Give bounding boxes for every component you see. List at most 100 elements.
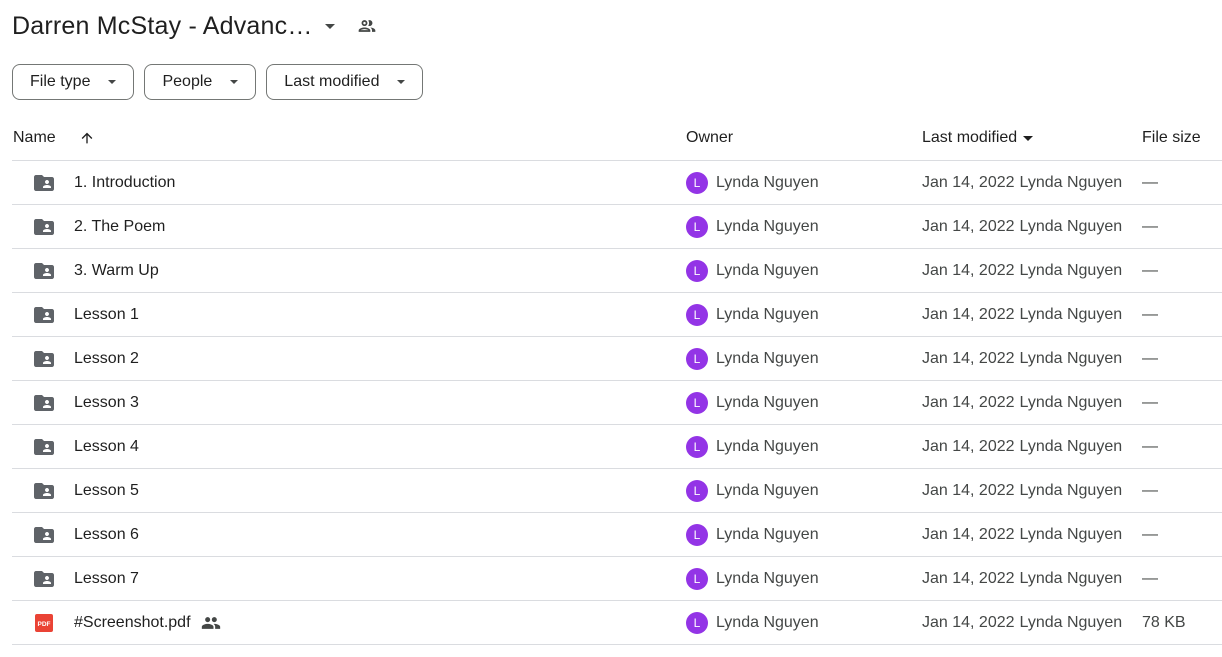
table-row[interactable]: Lesson 7 L Lynda Nguyen Jan 14, 2022 Lyn… [12,557,1222,601]
modified-by: Lynda Nguyen [1019,393,1123,411]
table-row[interactable]: Lesson 2 L Lynda Nguyen Jan 14, 2022 Lyn… [12,337,1222,381]
modified-date: Jan 14, 2022 [922,305,1015,323]
sort-arrow-up-icon[interactable] [79,116,95,160]
file-size-cell: — [1142,557,1158,600]
owner-cell: L Lynda Nguyen [686,469,819,512]
table-row[interactable]: Lesson 6 L Lynda Nguyen Jan 14, 2022 Lyn… [12,513,1222,557]
file-size-cell: 78 KB [1142,601,1186,644]
modified-by: Lynda Nguyen [1019,261,1123,279]
modified-by: Lynda Nguyen [1019,305,1123,323]
file-name[interactable]: #Screenshot.pdf [74,614,191,632]
file-table: Name Owner Last modified File size 1. In… [12,116,1222,645]
file-name[interactable]: 1. Introduction [74,174,175,192]
file-name-cell: Lesson 5 [74,469,139,512]
page-header: Darren McStay - Advanc… [12,8,377,44]
table-row[interactable]: Lesson 3 L Lynda Nguyen Jan 14, 2022 Lyn… [12,381,1222,425]
owner-cell: L Lynda Nguyen [686,601,819,644]
shared-folder-icon [32,205,56,248]
file-name-cell: Lesson 4 [74,425,139,468]
page-title[interactable]: Darren McStay - Advanc… [12,12,313,41]
file-name[interactable]: 2. The Poem [74,218,165,236]
modified-by: Lynda Nguyen [1019,525,1123,543]
owner-name: Lynda Nguyen [716,613,819,631]
file-size-cell: — [1142,205,1158,248]
last-modified-cell: Jan 14, 2022 Lynda Nguyen [922,469,1122,512]
title-dropdown-icon[interactable] [324,23,335,29]
modified-date: Jan 14, 2022 [922,525,1015,543]
shared-folder-icon [32,161,56,204]
owner-name: Lynda Nguyen [716,393,819,411]
owner-cell: L Lynda Nguyen [686,425,819,468]
modified-by: Lynda Nguyen [1019,437,1123,455]
table-row[interactable]: Lesson 1 L Lynda Nguyen Jan 14, 2022 Lyn… [12,293,1222,337]
name-column-header[interactable]: Name [13,116,56,160]
file-name[interactable]: Lesson 4 [74,438,139,456]
last-modified-filter[interactable]: Last modified [266,64,424,100]
file-name[interactable]: Lesson 3 [74,394,139,412]
file-size-column-header[interactable]: File size [1142,116,1201,160]
last-modified-cell: Jan 14, 2022 Lynda Nguyen [922,557,1122,600]
last-modified-cell: Jan 14, 2022 Lynda Nguyen [922,425,1122,468]
owner-cell: L Lynda Nguyen [686,161,819,204]
shared-folder-icon [32,293,56,336]
shared-folder-icon [32,249,56,292]
last-modified-cell: Jan 14, 2022 Lynda Nguyen [922,601,1122,644]
table-row[interactable]: 3. Warm Up L Lynda Nguyen Jan 14, 2022 L… [12,249,1222,293]
file-name[interactable]: Lesson 5 [74,482,139,500]
owner-cell: L Lynda Nguyen [686,249,819,292]
shared-folder-icon [32,337,56,380]
avatar: L [686,611,708,634]
table-header: Name Owner Last modified File size [12,116,1222,161]
chevron-down-icon [230,80,239,84]
shared-folder-icon [32,381,56,424]
modified-date: Jan 14, 2022 [922,173,1015,191]
file-size: — [1142,173,1158,191]
table-row[interactable]: Lesson 4 L Lynda Nguyen Jan 14, 2022 Lyn… [12,425,1222,469]
file-name-cell: Lesson 3 [74,381,139,424]
file-size: — [1142,525,1158,543]
owner-name: Lynda Nguyen [716,261,819,279]
last-modified-column-header[interactable]: Last modified [922,116,1034,160]
file-name[interactable]: Lesson 7 [74,570,139,588]
modified-by: Lynda Nguyen [1019,349,1123,367]
filter-chips: File type People Last modified [12,64,424,100]
shared-folder-icon [32,469,56,512]
owner-name: Lynda Nguyen [716,349,819,367]
avatar: L [686,523,708,546]
file-name[interactable]: Lesson 2 [74,350,139,368]
table-row[interactable]: Lesson 5 L Lynda Nguyen Jan 14, 2022 Lyn… [12,469,1222,513]
file-size-cell: — [1142,293,1158,336]
name-column-label: Name [13,129,56,146]
file-size: — [1142,437,1158,455]
avatar: L [686,567,708,590]
last-modified-column-label: Last modified [922,129,1018,146]
chevron-down-icon [108,80,117,84]
chevron-down-icon [397,80,406,84]
chip-label: People [162,73,213,90]
owner-cell: L Lynda Nguyen [686,557,819,600]
last-modified-cell: Jan 14, 2022 Lynda Nguyen [922,293,1122,336]
file-name[interactable]: Lesson 6 [74,526,139,544]
file-type-filter[interactable]: File type [12,64,135,100]
file-size-cell: — [1142,249,1158,292]
last-modified-cell: Jan 14, 2022 Lynda Nguyen [922,249,1122,292]
table-row[interactable]: 2. The Poem L Lynda Nguyen Jan 14, 2022 … [12,205,1222,249]
table-row[interactable]: PDF #Screenshot.pdf L Lynda Nguyen Jan 1… [12,601,1222,645]
file-name[interactable]: Lesson 1 [74,306,139,324]
modified-date: Jan 14, 2022 [922,349,1015,367]
people-filter[interactable]: People [144,64,257,100]
file-size-cell: — [1142,381,1158,424]
shared-folder-icon [32,557,56,600]
owner-name: Lynda Nguyen [716,305,819,323]
file-name[interactable]: 3. Warm Up [74,262,159,280]
file-size: — [1142,261,1158,279]
avatar: L [686,171,708,194]
shared-folder-icon [32,425,56,468]
file-name-cell: Lesson 1 [74,293,139,336]
owner-cell: L Lynda Nguyen [686,205,819,248]
table-row[interactable]: 1. Introduction L Lynda Nguyen Jan 14, 2… [12,161,1222,205]
last-modified-cell: Jan 14, 2022 Lynda Nguyen [922,161,1122,204]
last-modified-cell: Jan 14, 2022 Lynda Nguyen [922,337,1122,380]
shared-people-icon[interactable] [357,16,377,36]
chip-label: File type [30,73,91,90]
